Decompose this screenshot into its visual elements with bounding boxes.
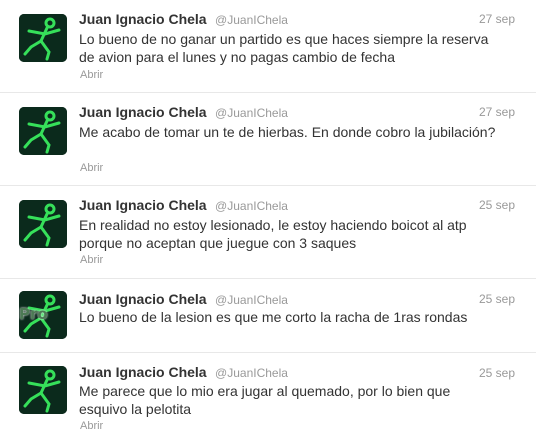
- open-link[interactable]: Abrir: [80, 254, 103, 266]
- user-name[interactable]: Juan Ignacio Chela: [79, 11, 207, 27]
- tweet-text: Me acabo de tomar un te de hierbas. En d…: [79, 124, 496, 140]
- tweet-text: Lo bueno de no ganar un partido es que h…: [79, 31, 489, 65]
- open-link[interactable]: Abrir: [80, 162, 103, 174]
- tweet-item[interactable]: Pro Juan Ignacio Chela @JuanIChela 25 se…: [0, 279, 536, 353]
- avatar[interactable]: [19, 366, 67, 414]
- tweet-date[interactable]: 25 sep: [479, 366, 515, 380]
- user-name[interactable]: Juan Ignacio Chela: [79, 364, 207, 380]
- open-link[interactable]: Abrir: [80, 69, 103, 81]
- avatar[interactable]: [19, 200, 67, 248]
- avatar[interactable]: [19, 14, 67, 62]
- tweet-header: Juan Ignacio Chela @JuanIChela: [79, 291, 288, 309]
- stick-figure-icon: [19, 200, 67, 248]
- tweet-item[interactable]: Juan Ignacio Chela @JuanIChela 25 sep En…: [0, 186, 536, 279]
- user-handle[interactable]: @JuanIChela: [215, 366, 288, 380]
- tweet-feed: Juan Ignacio Chela @JuanIChela 27 sep Lo…: [0, 0, 536, 437]
- tweet-header: Juan Ignacio Chela @JuanIChela: [79, 197, 288, 215]
- tweet-text: Lo bueno de la lesion es que me corto la…: [79, 309, 468, 325]
- tweet-date[interactable]: 27 sep: [479, 12, 515, 26]
- tweet-item[interactable]: Juan Ignacio Chela @JuanIChela 25 sep Me…: [0, 353, 536, 437]
- tweet-text: Me parece que lo mio era jugar al quemad…: [79, 383, 451, 417]
- faded-tweet-content: Pro Juan Ignacio Chela @JuanIChela 25 se…: [0, 279, 536, 353]
- watermark-overlay: Pro: [19, 305, 48, 323]
- user-handle[interactable]: @JuanIChela: [215, 13, 288, 27]
- tweet-item[interactable]: Juan Ignacio Chela @JuanIChela 27 sep Me…: [0, 93, 536, 186]
- user-handle[interactable]: @JuanIChela: [215, 199, 288, 213]
- stick-figure-icon: [19, 107, 67, 155]
- user-handle[interactable]: @JuanIChela: [215, 106, 288, 120]
- tweet-text: En realidad no estoy lesionado, le estoy…: [79, 217, 467, 251]
- tweet-date[interactable]: 25 sep: [479, 292, 515, 306]
- tweet-header: Juan Ignacio Chela @JuanIChela: [79, 364, 288, 382]
- avatar[interactable]: [19, 107, 67, 155]
- user-handle[interactable]: @JuanIChela: [215, 293, 288, 307]
- stick-figure-icon: [19, 366, 67, 414]
- tweet-header: Juan Ignacio Chela @JuanIChela: [79, 11, 288, 29]
- tweet-date[interactable]: 25 sep: [479, 198, 515, 212]
- stick-figure-icon: [19, 14, 67, 62]
- tweet-date[interactable]: 27 sep: [479, 105, 515, 119]
- user-name[interactable]: Juan Ignacio Chela: [79, 291, 207, 307]
- user-name[interactable]: Juan Ignacio Chela: [79, 104, 207, 120]
- avatar[interactable]: Pro: [19, 291, 67, 339]
- open-link[interactable]: Abrir: [80, 420, 103, 432]
- tweet-header: Juan Ignacio Chela @JuanIChela: [79, 104, 288, 122]
- user-name[interactable]: Juan Ignacio Chela: [79, 197, 207, 213]
- tweet-item[interactable]: Juan Ignacio Chela @JuanIChela 27 sep Lo…: [0, 0, 536, 93]
